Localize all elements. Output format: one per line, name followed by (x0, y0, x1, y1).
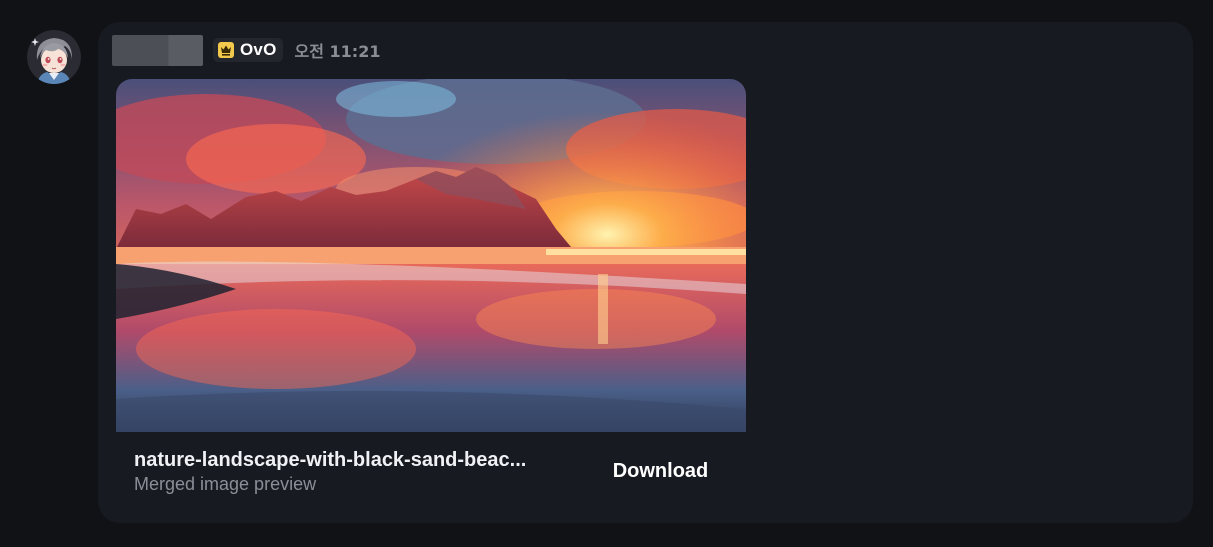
anime-avatar-icon (27, 30, 81, 84)
message-header: OvO 오전 11:21 (112, 34, 380, 66)
download-button[interactable]: Download (598, 454, 723, 488)
user-avatar[interactable] (27, 30, 81, 84)
attachment-subtitle: Merged image preview (134, 474, 317, 494)
username-redacted[interactable] (112, 34, 203, 66)
attachment-image[interactable] (116, 79, 746, 432)
sunset-beach-landscape-image (116, 79, 746, 432)
attachment-file-name: nature-landscape-with-black-sand-beac... (134, 449, 527, 471)
badge-label: OvO (240, 40, 277, 59)
chat-root: OvO 오전 11:21 nature-landscape-with-black… (0, 0, 1213, 547)
crown-shield-icon (218, 42, 234, 58)
message-card: OvO 오전 11:21 nature-landscape-with-black… (98, 22, 1193, 523)
role-badge[interactable]: OvO (213, 38, 283, 62)
message-timestamp: 오전 11:21 (294, 42, 381, 61)
